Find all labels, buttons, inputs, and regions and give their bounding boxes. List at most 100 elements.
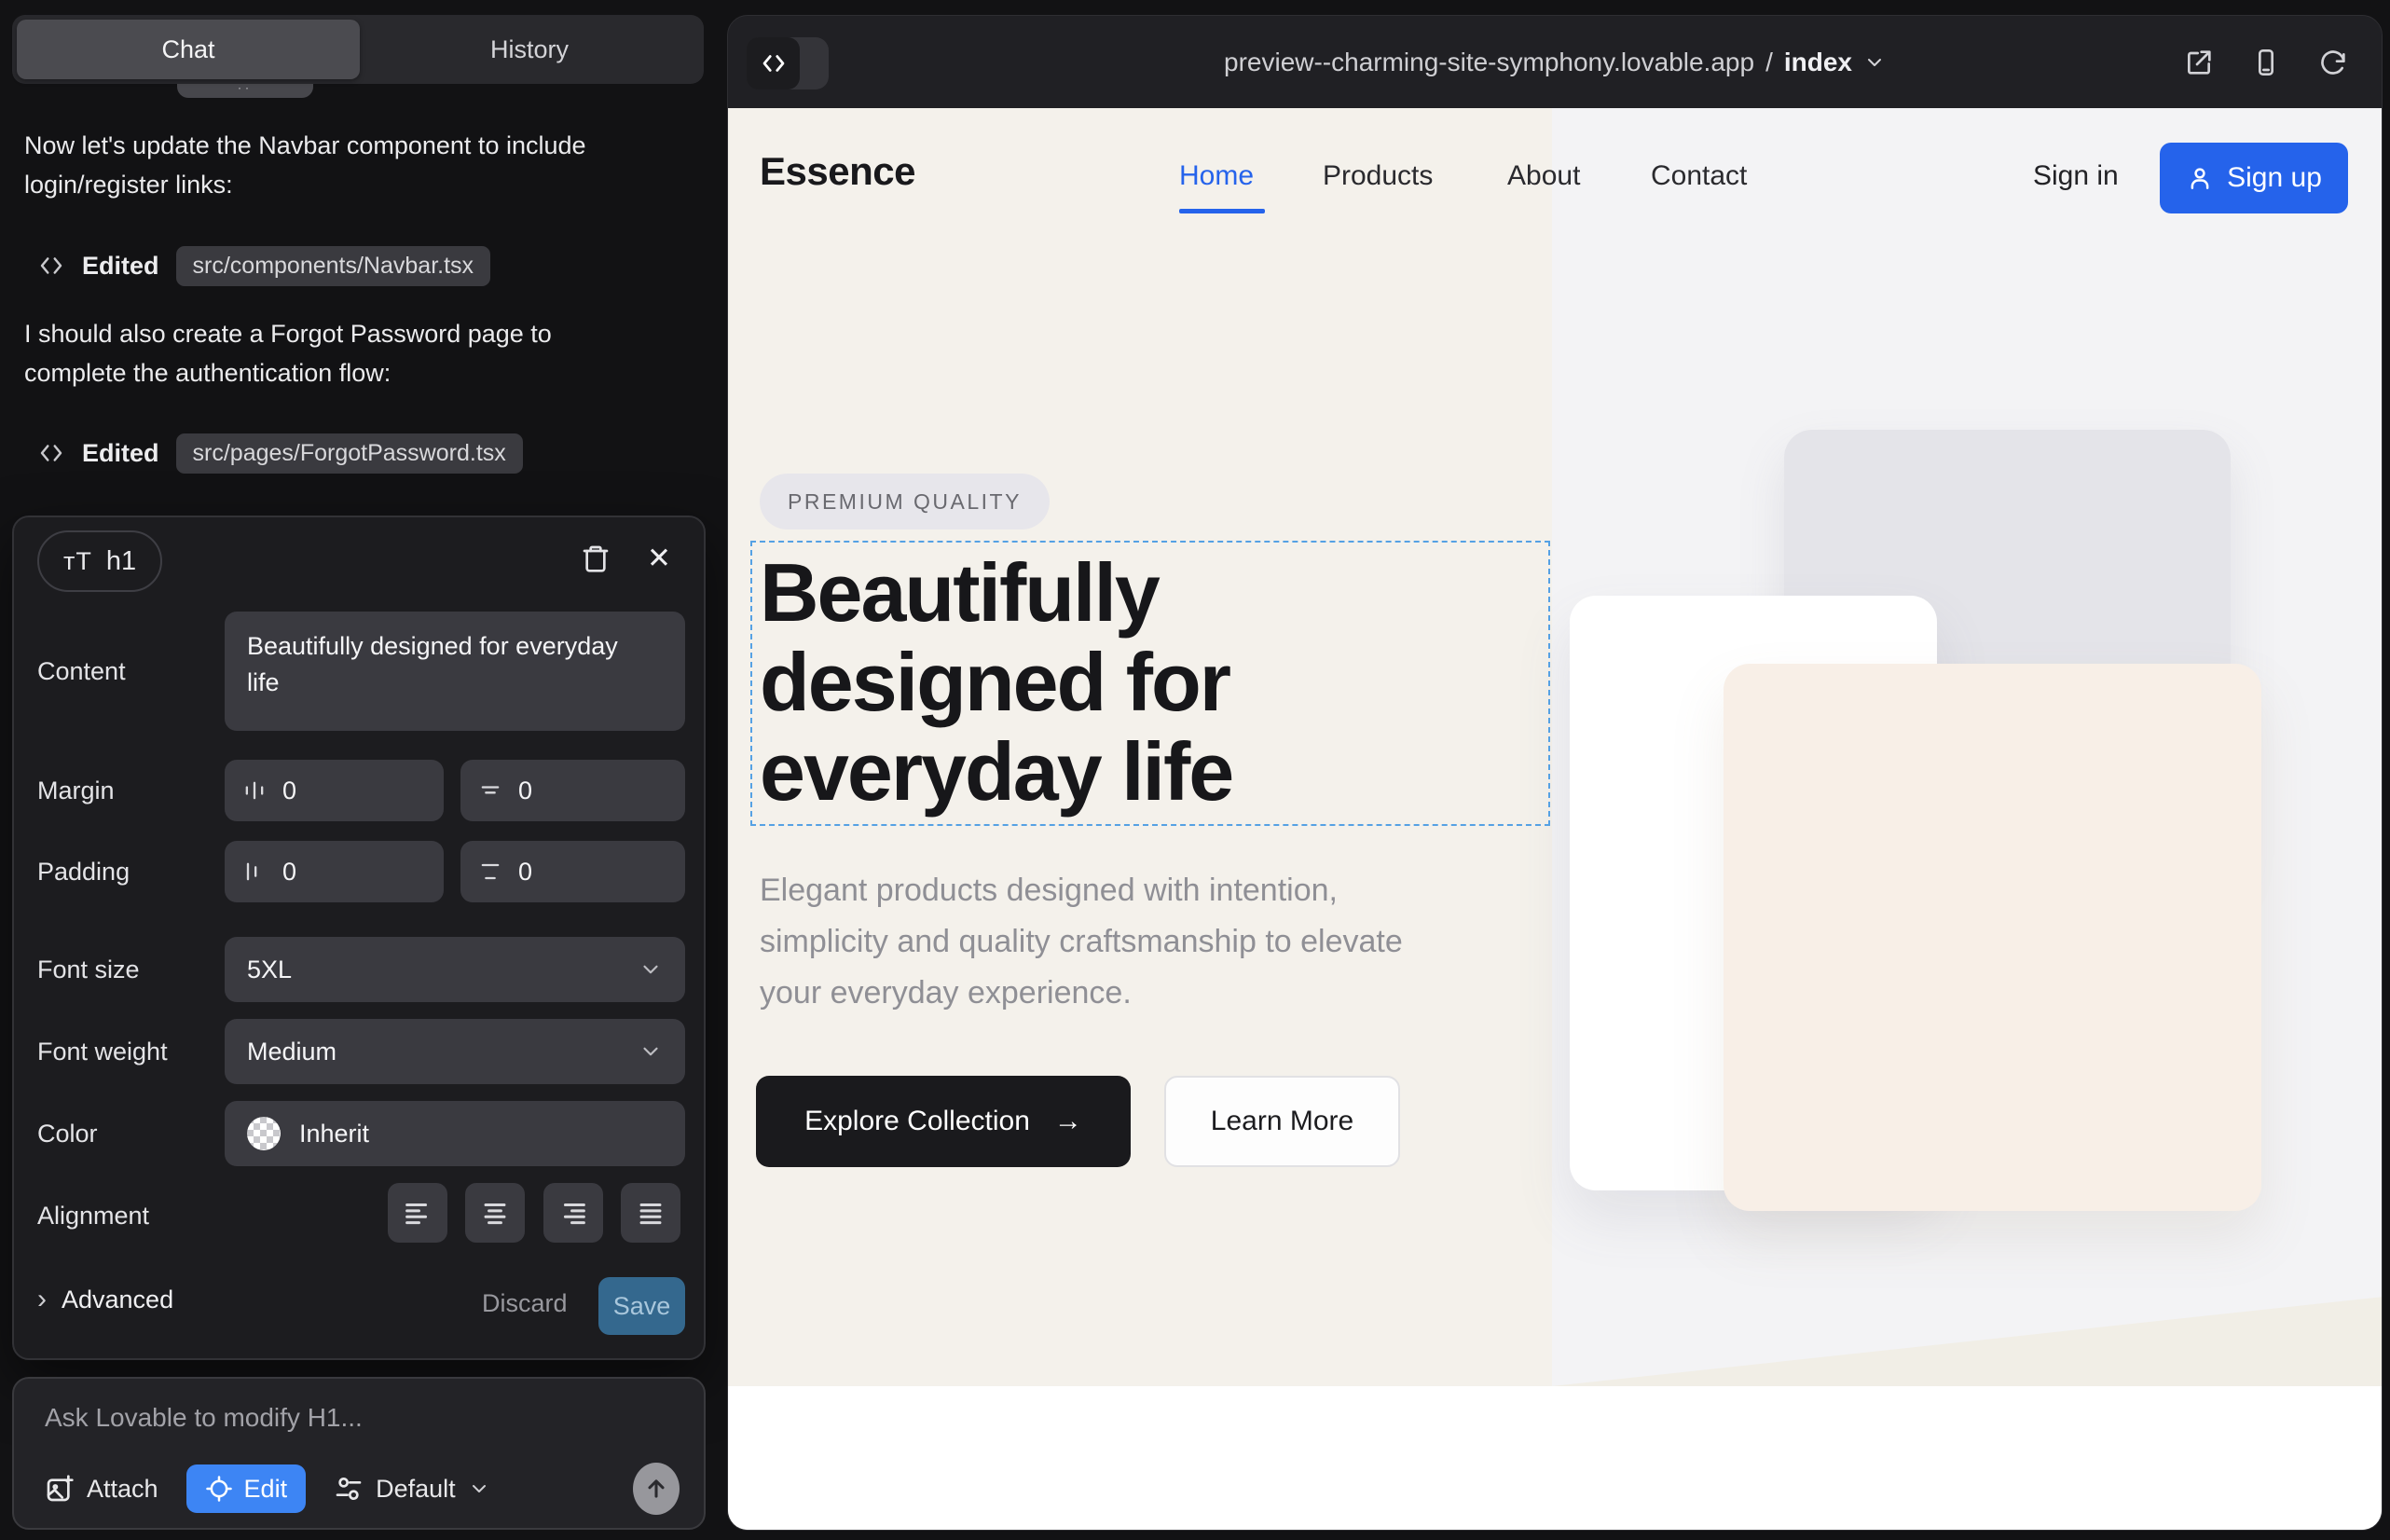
close-editor-button[interactable]: ✕ xyxy=(639,538,680,579)
file-path-chip[interactable]: src/components/Navbar.tsx xyxy=(176,246,491,286)
send-button[interactable] xyxy=(633,1463,680,1515)
save-label: Save xyxy=(613,1292,671,1321)
code-toggle-active-segment[interactable] xyxy=(747,37,800,89)
refresh-icon xyxy=(2318,48,2348,77)
align-justify-button[interactable] xyxy=(621,1183,680,1243)
learn-more-label: Learn More xyxy=(1211,1106,1353,1137)
prompt-input[interactable]: Ask Lovable to modify H1... xyxy=(45,1403,363,1433)
learn-more-button[interactable]: Learn More xyxy=(1164,1076,1400,1167)
code-preview-toggle[interactable] xyxy=(747,37,829,89)
smartphone-icon xyxy=(2251,48,2281,77)
edited-file-row: Edited src/pages/ForgotPassword.tsx xyxy=(37,432,523,474)
nav-active-underline xyxy=(1179,209,1265,213)
chevron-right-icon: › xyxy=(37,1284,47,1315)
padding-y-icon xyxy=(477,859,503,885)
browser-bar: preview--charming-site-symphony.lovable.… xyxy=(728,16,2382,108)
font-size-label: Font size xyxy=(37,956,140,984)
font-weight-select[interactable]: Medium xyxy=(225,1019,685,1084)
color-field[interactable]: Inherit xyxy=(225,1101,685,1166)
nav-link-products[interactable]: Products xyxy=(1323,160,1433,192)
hero-heading[interactable]: Beautifully designed for everyday life xyxy=(760,548,1412,817)
open-external-button[interactable] xyxy=(2182,46,2216,79)
save-button[interactable]: Save xyxy=(598,1277,685,1335)
align-right-icon xyxy=(557,1197,589,1229)
font-size-select[interactable]: 5XL xyxy=(225,937,685,1002)
font-weight-value: Medium xyxy=(247,1038,337,1066)
url-path[interactable]: index xyxy=(1784,48,1852,77)
hero-cta-row: Explore Collection → Learn More xyxy=(756,1076,1400,1167)
attach-label: Attach xyxy=(87,1475,158,1504)
edit-mode-button[interactable]: Edit xyxy=(186,1464,307,1513)
margin-y-icon xyxy=(477,777,503,804)
site-next-section xyxy=(728,1386,2383,1531)
delete-element-button[interactable] xyxy=(575,538,616,579)
file-path-chip[interactable]: src/pages/ForgotPassword.tsx xyxy=(176,433,523,474)
trash-icon xyxy=(581,543,611,573)
chevron-down-icon xyxy=(468,1478,490,1500)
code-icon xyxy=(760,49,788,77)
refresh-button[interactable] xyxy=(2316,46,2350,79)
url-domain: preview--charming-site-symphony.lovable.… xyxy=(1224,48,1754,77)
tab-chat[interactable]: Chat xyxy=(17,20,360,79)
chevron-down-icon[interactable] xyxy=(1863,51,1886,74)
margin-y-input[interactable]: 0 xyxy=(460,760,685,821)
sliders-icon xyxy=(334,1474,364,1504)
padding-label: Padding xyxy=(37,858,130,887)
browser-actions xyxy=(2182,16,2350,108)
margin-x-input[interactable]: 0 xyxy=(225,760,444,821)
url-display: preview--charming-site-symphony.lovable.… xyxy=(728,16,2382,108)
nav-link-about[interactable]: About xyxy=(1507,160,1580,192)
user-icon xyxy=(2186,164,2214,192)
chat-message: Now let's update the Navbar component to… xyxy=(24,127,602,205)
tab-chat-label: Chat xyxy=(161,35,214,64)
margin-x-icon xyxy=(241,777,268,804)
site-content: Essence Home Products About Contact Sign… xyxy=(728,108,2383,1531)
align-justify-icon xyxy=(635,1197,666,1229)
nav-link-home[interactable]: Home xyxy=(1179,160,1254,192)
element-editor-panel: тT h1 ✕ Content Beautifully designed for… xyxy=(12,516,706,1360)
element-tag-label: h1 xyxy=(106,546,136,577)
nav-link-contact[interactable]: Contact xyxy=(1651,160,1747,192)
explore-collection-button[interactable]: Explore Collection → xyxy=(756,1076,1131,1167)
default-mode-button[interactable]: Default xyxy=(334,1474,490,1504)
advanced-toggle[interactable]: › Advanced xyxy=(37,1284,173,1315)
padding-y-input[interactable]: 0 xyxy=(460,841,685,902)
decor-card-cream xyxy=(1724,664,2261,1211)
color-value: Inherit xyxy=(299,1120,369,1148)
chat-message: I should also create a Forgot Password p… xyxy=(24,315,602,393)
padding-x-input[interactable]: 0 xyxy=(225,841,444,902)
align-center-button[interactable] xyxy=(465,1183,525,1243)
font-weight-label: Font weight xyxy=(37,1038,168,1066)
tab-history[interactable]: History xyxy=(360,20,699,79)
image-plus-icon xyxy=(45,1474,75,1504)
close-icon: ✕ xyxy=(647,542,671,575)
content-label: Content xyxy=(37,657,126,686)
scrolled-chip: ·· xyxy=(177,84,313,98)
code-icon xyxy=(37,252,65,280)
margin-label: Margin xyxy=(37,777,115,805)
edited-label: Edited xyxy=(82,252,159,281)
advanced-label: Advanced xyxy=(62,1286,173,1314)
align-left-icon xyxy=(402,1197,433,1229)
arrow-up-icon xyxy=(643,1476,669,1502)
signin-link[interactable]: Sign in xyxy=(2033,160,2119,192)
crosshair-icon xyxy=(205,1475,233,1503)
align-left-button[interactable] xyxy=(388,1183,447,1243)
prompt-box: Ask Lovable to modify H1... Attach Edit … xyxy=(12,1377,706,1530)
discard-button[interactable]: Discard xyxy=(482,1289,568,1318)
mobile-view-button[interactable] xyxy=(2249,46,2283,79)
element-tag-pill[interactable]: тT h1 xyxy=(37,530,162,592)
margin-x-value: 0 xyxy=(282,777,296,805)
align-right-button[interactable] xyxy=(543,1183,603,1243)
signup-button[interactable]: Sign up xyxy=(2160,143,2348,213)
content-field[interactable]: Beautifully designed for everyday life xyxy=(225,612,685,731)
color-swatch xyxy=(247,1117,281,1150)
alignment-label: Alignment xyxy=(37,1202,149,1231)
edited-file-row: Edited src/components/Navbar.tsx xyxy=(37,244,490,287)
arrow-right-icon: → xyxy=(1054,1106,1082,1137)
preview-panel: preview--charming-site-symphony.lovable.… xyxy=(727,15,2383,1531)
attach-button[interactable]: Attach xyxy=(45,1474,158,1504)
content-field-value: Beautifully designed for everyday life xyxy=(247,628,620,701)
site-brand[interactable]: Essence xyxy=(760,149,915,194)
external-link-icon xyxy=(2184,48,2214,77)
